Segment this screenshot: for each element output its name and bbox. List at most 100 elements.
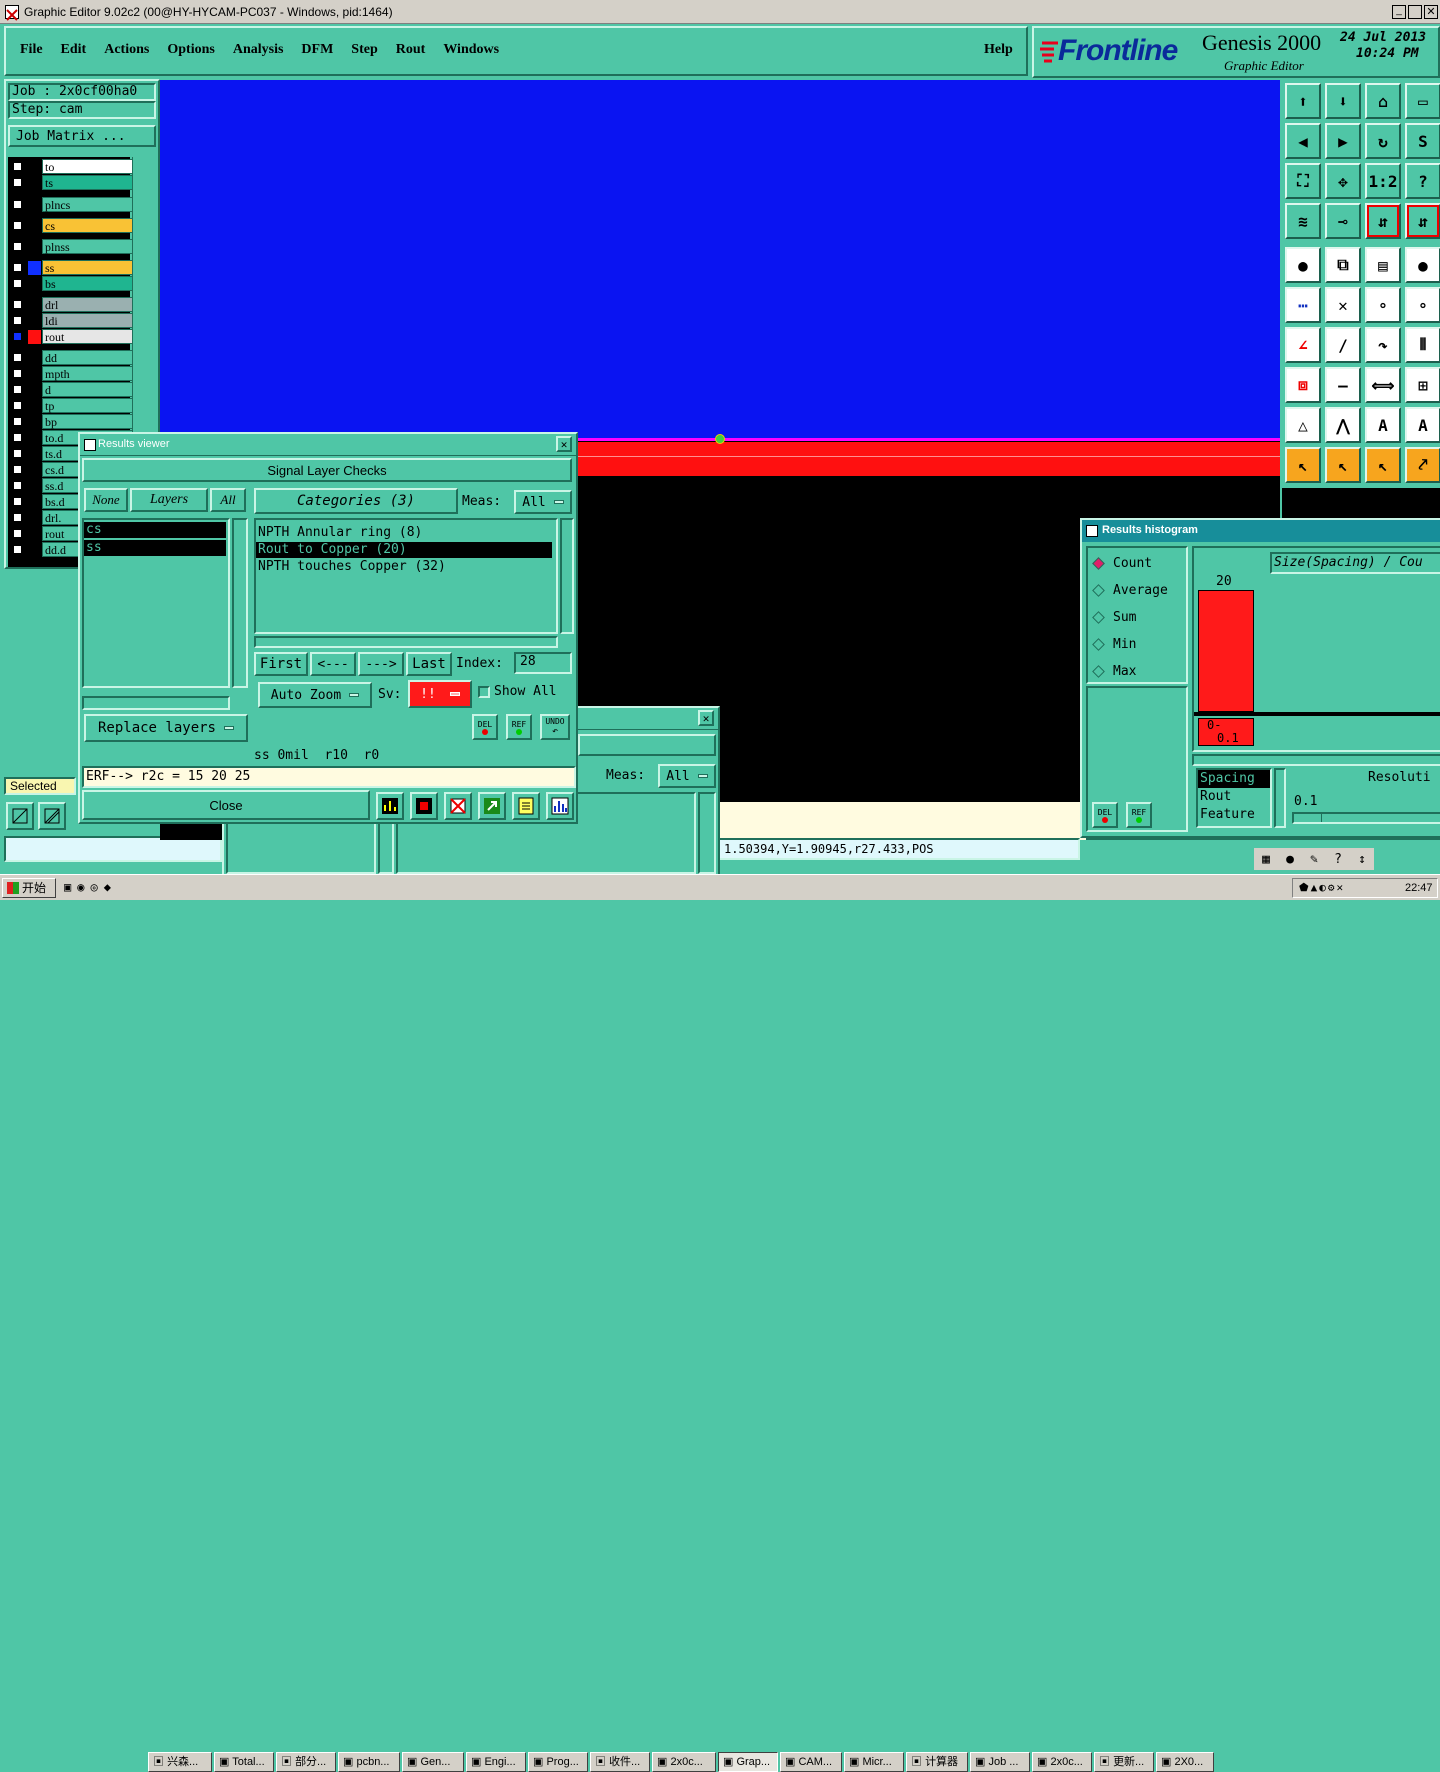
layer-checkbox[interactable] — [12, 220, 23, 231]
right-arrow-icon[interactable]: ▶ — [1325, 123, 1361, 159]
measure-icon[interactable]: ⟺ — [1365, 367, 1401, 403]
group-icon[interactable]: ⧈ — [1285, 367, 1321, 403]
category-item-npth-touches[interactable]: NPTH touches Copper (32) — [256, 558, 556, 576]
layer-checkbox[interactable] — [12, 241, 23, 252]
horizontal-line-icon[interactable]: — — [1325, 367, 1361, 403]
next-button[interactable]: ---> — [358, 652, 404, 676]
shapes-icon[interactable]: ⊞ — [1405, 367, 1440, 403]
move-point-icon[interactable]: ∘ — [1405, 287, 1440, 323]
triangle-a-icon[interactable]: A — [1365, 407, 1401, 443]
del-button[interactable]: DEL — [472, 714, 498, 740]
histogram-list-item-rout[interactable]: Rout — [1198, 788, 1270, 806]
taskbar-item[interactable]: ▣ 部分... — [276, 1752, 336, 1772]
menu-analysis[interactable]: Analysis — [233, 42, 284, 58]
job-matrix-button[interactable]: Job Matrix ... — [8, 125, 156, 147]
left-arrow-icon[interactable]: ◀ — [1285, 123, 1321, 159]
layer-checkbox[interactable] — [12, 331, 23, 342]
second-scrollbar[interactable] — [698, 792, 716, 874]
layer-move-icon[interactable]: ⇵ — [1365, 203, 1401, 239]
layer-checkbox[interactable] — [12, 177, 23, 188]
circle-fill-icon[interactable]: ● — [1285, 247, 1321, 283]
circle-icon[interactable]: ● — [1286, 852, 1294, 867]
ruler-icon[interactable]: ▤ — [1365, 247, 1401, 283]
maximize-button[interactable] — [1408, 5, 1422, 19]
triangle-blue-icon[interactable]: ⋀ — [1325, 407, 1361, 443]
results-viewer-close-icon[interactable]: ✕ — [556, 436, 572, 452]
taskbar-item[interactable]: ▣ Job ... — [970, 1752, 1030, 1772]
home-icon[interactable]: ⌂ — [1365, 83, 1401, 119]
second-panel-close-icon[interactable]: ✕ — [698, 710, 714, 726]
ref-button[interactable]: REF — [506, 714, 532, 740]
down-arrow-icon[interactable]: ⬇ — [1325, 83, 1361, 119]
histogram-list[interactable]: Spacing Rout Feature — [1196, 768, 1272, 828]
help-icon[interactable]: ? — [1334, 852, 1342, 867]
start-button[interactable]: 开始 — [2, 878, 56, 898]
histogram-del-button[interactable]: DEL — [1092, 802, 1118, 828]
taskbar-item[interactable]: ▣ 兴森... — [148, 1752, 212, 1772]
fit-zoom-icon[interactable]: ⛶ — [1285, 163, 1321, 199]
menu-step[interactable]: Step — [351, 42, 377, 58]
arc-icon[interactable]: ↷ — [1365, 327, 1401, 363]
menu-rout[interactable]: Rout — [396, 42, 426, 58]
index-input[interactable]: 28 — [514, 652, 572, 674]
window-icon[interactable]: ▭ — [1405, 83, 1440, 119]
mirror-icon[interactable]: ⫴ — [1405, 327, 1440, 363]
taskbar-item[interactable]: ▣ Prog... — [528, 1752, 588, 1772]
route-pointer-icon[interactable]: ⤤ — [1405, 447, 1440, 483]
close-button[interactable]: Close — [82, 790, 370, 820]
result-marker[interactable] — [715, 434, 725, 444]
snap-icon[interactable] — [6, 802, 34, 830]
taskbar-item[interactable]: ▣ Micr... — [844, 1752, 904, 1772]
edit-icon[interactable]: ✎ — [1310, 852, 1318, 867]
delete-results-icon[interactable] — [444, 792, 472, 820]
measure-icon[interactable] — [38, 802, 66, 830]
line-red-icon[interactable]: ∠ — [1285, 327, 1321, 363]
first-button[interactable]: First — [254, 652, 308, 676]
layer-checkbox[interactable] — [12, 199, 23, 210]
layer-results-scrollbar[interactable] — [232, 518, 248, 688]
layer-checkbox[interactable] — [12, 480, 23, 491]
none-button[interactable]: None — [84, 488, 128, 512]
taskbar-item[interactable]: ▣ 2x0c... — [652, 1752, 716, 1772]
undo-button[interactable]: UNDO ↶ — [540, 714, 570, 740]
categories-button[interactable]: Categories (3) — [254, 488, 458, 514]
layer-checkbox[interactable] — [12, 315, 23, 326]
snap-pointer-icon[interactable]: ↖ — [1365, 447, 1401, 483]
tray-close-icon[interactable]: ✕ — [1336, 881, 1345, 894]
report-icon[interactable] — [376, 792, 404, 820]
last-button[interactable]: Last — [406, 652, 452, 676]
auto-zoom-dropdown[interactable]: Auto Zoom — [258, 682, 372, 708]
menu-edit[interactable]: Edit — [61, 42, 87, 58]
layer-checkbox[interactable] — [12, 352, 23, 363]
cross-icon[interactable]: ✕ — [1325, 287, 1361, 323]
notes-icon[interactable] — [512, 792, 540, 820]
select-pointer-icon[interactable]: ↖ — [1325, 447, 1361, 483]
layer-checkbox[interactable] — [12, 278, 23, 289]
layer-checkbox[interactable] — [12, 416, 23, 427]
histogram-icon[interactable] — [546, 792, 574, 820]
center-zoom-icon[interactable]: ✥ — [1325, 163, 1361, 199]
taskbar-item[interactable]: ▣ Gen... — [402, 1752, 464, 1772]
category-item-npth-annular[interactable]: NPTH Annular ring (8) — [256, 524, 556, 542]
layer-checkbox[interactable] — [12, 448, 23, 459]
layer-checkbox[interactable] — [12, 161, 23, 172]
layer-checkbox[interactable] — [12, 528, 23, 539]
triangle-red-icon[interactable]: △ — [1285, 407, 1321, 443]
layer-checkbox[interactable] — [12, 512, 23, 523]
layer-checkbox[interactable] — [12, 262, 23, 273]
replace-layers-dropdown[interactable]: Replace layers — [84, 714, 248, 742]
meas-dropdown[interactable]: All — [514, 490, 572, 514]
histogram-list-item-feature[interactable]: Feature — [1198, 806, 1270, 824]
option-min[interactable]: Min — [1088, 631, 1186, 658]
export-icon[interactable] — [478, 792, 506, 820]
menu-file[interactable]: File — [20, 42, 43, 58]
menu-options[interactable]: Options — [167, 42, 214, 58]
histogram-ref-button[interactable]: REF — [1126, 802, 1152, 828]
snap-line-icon[interactable]: S — [1405, 123, 1440, 159]
taskbar-item[interactable]: ▣ CAM... — [780, 1752, 842, 1772]
layer-checkbox[interactable] — [12, 384, 23, 395]
tray-network-icon[interactable]: ▲ — [1311, 881, 1320, 894]
layer-results-hscroll[interactable] — [82, 696, 230, 710]
layer-color-marker[interactable] — [28, 261, 41, 275]
pointer-icon[interactable]: ↖ — [1285, 447, 1321, 483]
